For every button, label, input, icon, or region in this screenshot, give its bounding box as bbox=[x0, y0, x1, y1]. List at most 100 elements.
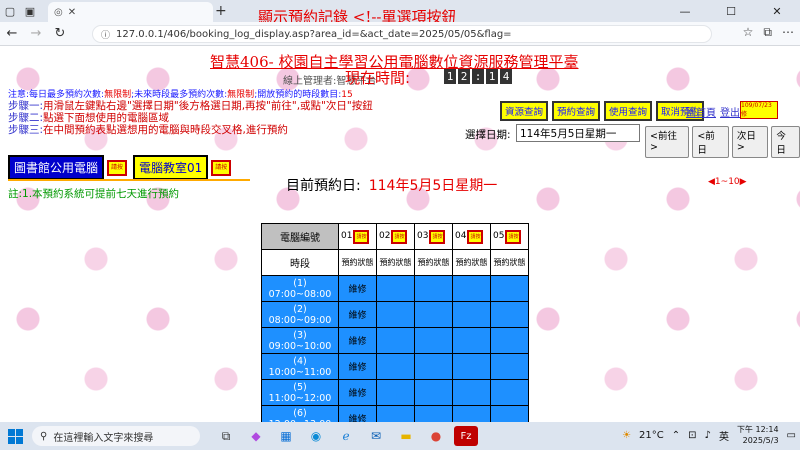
filezilla-icon[interactable]: Fz bbox=[454, 426, 478, 446]
close-tab-icon[interactable]: ✕ bbox=[68, 7, 76, 18]
site-info-icon[interactable]: ⓘ bbox=[101, 28, 110, 41]
taskbar-search[interactable]: ⚲ 在這裡輸入文字來搜尋 bbox=[32, 426, 200, 446]
collections-icon[interactable]: ⧉ bbox=[763, 25, 772, 40]
booking-cell[interactable] bbox=[452, 405, 491, 422]
new-tab-icon[interactable]: + bbox=[215, 3, 227, 19]
booking-cell[interactable]: 維修 bbox=[338, 301, 377, 328]
booking-cell[interactable] bbox=[376, 353, 415, 380]
booking-cell[interactable] bbox=[414, 327, 453, 354]
resource-query-button[interactable]: 資源查詢 bbox=[500, 101, 549, 121]
current-date-value: 114年5月5日星期一 bbox=[368, 178, 498, 194]
booking-cell[interactable] bbox=[414, 301, 453, 328]
request-icon[interactable]: 請按 bbox=[505, 229, 522, 244]
network-icon[interactable]: ⊡ bbox=[688, 430, 696, 441]
copilot-icon[interactable]: ◆ bbox=[244, 426, 268, 446]
back-icon[interactable]: ← bbox=[0, 22, 24, 46]
weather-icon[interactable]: ☀ bbox=[622, 430, 631, 441]
table-row: (1) 07:00~08:00 維修 bbox=[261, 275, 529, 302]
ie-icon[interactable]: ℯ bbox=[334, 426, 358, 446]
usage-query-button[interactable]: 使用查詢 bbox=[604, 101, 653, 121]
booking-cell[interactable] bbox=[452, 379, 491, 406]
time-slot: (4) 10:00~11:00 bbox=[261, 353, 339, 380]
notice-text: 注意:每日最多預約次數: bbox=[8, 90, 105, 100]
booking-cell[interactable] bbox=[452, 327, 491, 354]
booking-cell[interactable] bbox=[490, 327, 529, 354]
menu-icon[interactable]: ⋯ bbox=[782, 25, 794, 40]
explorer-icon[interactable]: ▬ bbox=[394, 426, 418, 446]
home-link[interactable]: 回首頁 bbox=[686, 104, 716, 119]
tray-date: 2025/5/3 bbox=[742, 436, 779, 445]
request-icon[interactable]: 請按 bbox=[107, 159, 128, 176]
chevron-up-icon[interactable]: ⌃ bbox=[672, 430, 680, 441]
minimize-icon[interactable]: — bbox=[662, 0, 708, 22]
booking-cell[interactable]: 維修 bbox=[338, 353, 377, 380]
booking-cell[interactable] bbox=[452, 301, 491, 328]
next-day-button[interactable]: 次日> bbox=[731, 126, 769, 158]
booking-cell[interactable] bbox=[376, 405, 415, 422]
booking-cell[interactable] bbox=[414, 353, 453, 380]
chrome-icon[interactable]: ● bbox=[424, 426, 448, 446]
logout-link[interactable]: 登出 bbox=[720, 104, 740, 119]
booking-cell[interactable] bbox=[376, 275, 415, 302]
browser-tab[interactable]: ◎ 顯示預約記錄 <!--單選項按鈕 ✕ bbox=[48, 2, 457, 26]
slot-header: 時段 bbox=[261, 249, 339, 276]
today-button[interactable]: 今日 bbox=[771, 126, 800, 158]
step-text: 用滑鼠左鍵點右邊"選擇日期"後方格選日期,再按"前往",或點"次日"按鈕 bbox=[43, 100, 373, 112]
store-icon[interactable]: ▦ bbox=[274, 426, 298, 446]
booking-cell[interactable] bbox=[452, 275, 491, 302]
page-content: 智慧406- 校園自主學習公用電腦數位資源服務管理平臺 線上管理者:智慧平台 現… bbox=[0, 47, 800, 422]
clock-tray[interactable]: 下午 12:14 2025/5/3 bbox=[737, 424, 779, 446]
outlook-icon[interactable]: ✉ bbox=[364, 426, 388, 446]
forward-icon[interactable]: → bbox=[24, 22, 48, 46]
pager[interactable]: ◀1~10▶ bbox=[708, 177, 747, 187]
status-header: 預約狀態 bbox=[414, 249, 453, 276]
booking-cell[interactable] bbox=[452, 353, 491, 380]
booking-cell[interactable] bbox=[490, 353, 529, 380]
profile-icon[interactable]: ▢ bbox=[0, 0, 20, 22]
reload-icon[interactable]: ↻ bbox=[48, 22, 72, 46]
address-bar[interactable]: ⓘ 127.0.0.1/406/booking_log_display.asp?… bbox=[92, 25, 712, 43]
request-icon[interactable]: 請按 bbox=[391, 229, 408, 244]
booking-cell[interactable] bbox=[376, 379, 415, 406]
request-icon[interactable]: 請按 bbox=[429, 229, 446, 244]
maximize-icon[interactable]: ☐ bbox=[708, 0, 754, 22]
booking-cell[interactable]: 維修 bbox=[338, 379, 377, 406]
booking-cell[interactable] bbox=[490, 301, 529, 328]
request-icon[interactable]: 請按 bbox=[467, 229, 484, 244]
tab-computer-room-01[interactable]: 電腦教室01 bbox=[133, 155, 209, 180]
prev-day-button[interactable]: <前日 bbox=[692, 126, 729, 158]
date-input[interactable]: 114年5月5日星期一 bbox=[516, 124, 640, 142]
booking-query-button[interactable]: 預約查詢 bbox=[552, 101, 601, 121]
version-badge[interactable]: 109/07/23修 bbox=[740, 101, 778, 119]
workspaces-icon[interactable]: ▣ bbox=[20, 0, 40, 22]
start-button[interactable] bbox=[0, 422, 30, 450]
favorites-icon[interactable]: ☆ bbox=[743, 25, 754, 40]
close-window-icon[interactable]: ✕ bbox=[754, 0, 800, 22]
column-number: 01 bbox=[341, 230, 353, 241]
booking-cell[interactable] bbox=[490, 275, 529, 302]
table-row: (5) 11:00~12:00 維修 bbox=[261, 379, 529, 406]
booking-cell[interactable] bbox=[414, 405, 453, 422]
request-icon[interactable]: 請按 bbox=[211, 159, 232, 176]
task-view-icon[interactable]: ⧉ bbox=[214, 426, 238, 446]
edge-icon[interactable]: ◉ bbox=[304, 426, 328, 446]
booking-cell[interactable]: 維修 bbox=[338, 275, 377, 302]
go-button[interactable]: <前往> bbox=[645, 126, 690, 158]
volume-icon[interactable]: ♪ bbox=[705, 430, 711, 441]
booking-cell[interactable] bbox=[376, 301, 415, 328]
weather-temp[interactable]: 21°C bbox=[639, 430, 664, 441]
request-icon[interactable]: 請按 bbox=[353, 229, 370, 244]
time-slot: (6) 12:00~13:00 bbox=[261, 405, 339, 422]
tab-library-computers[interactable]: 圖書館公用電腦 bbox=[6, 154, 106, 181]
notification-icon[interactable]: ▭ bbox=[787, 430, 796, 441]
booking-cell[interactable] bbox=[414, 275, 453, 302]
time-slot: (3) 09:00~10:00 bbox=[261, 327, 339, 354]
booking-cell[interactable] bbox=[376, 327, 415, 354]
booking-cell[interactable]: 維修 bbox=[338, 405, 377, 422]
table-row: (6) 12:00~13:00 維修 bbox=[261, 405, 529, 422]
input-language[interactable]: 英 bbox=[719, 428, 729, 443]
booking-cell[interactable] bbox=[490, 405, 529, 422]
booking-cell[interactable]: 維修 bbox=[338, 327, 377, 354]
booking-cell[interactable] bbox=[490, 379, 529, 406]
booking-cell[interactable] bbox=[414, 379, 453, 406]
